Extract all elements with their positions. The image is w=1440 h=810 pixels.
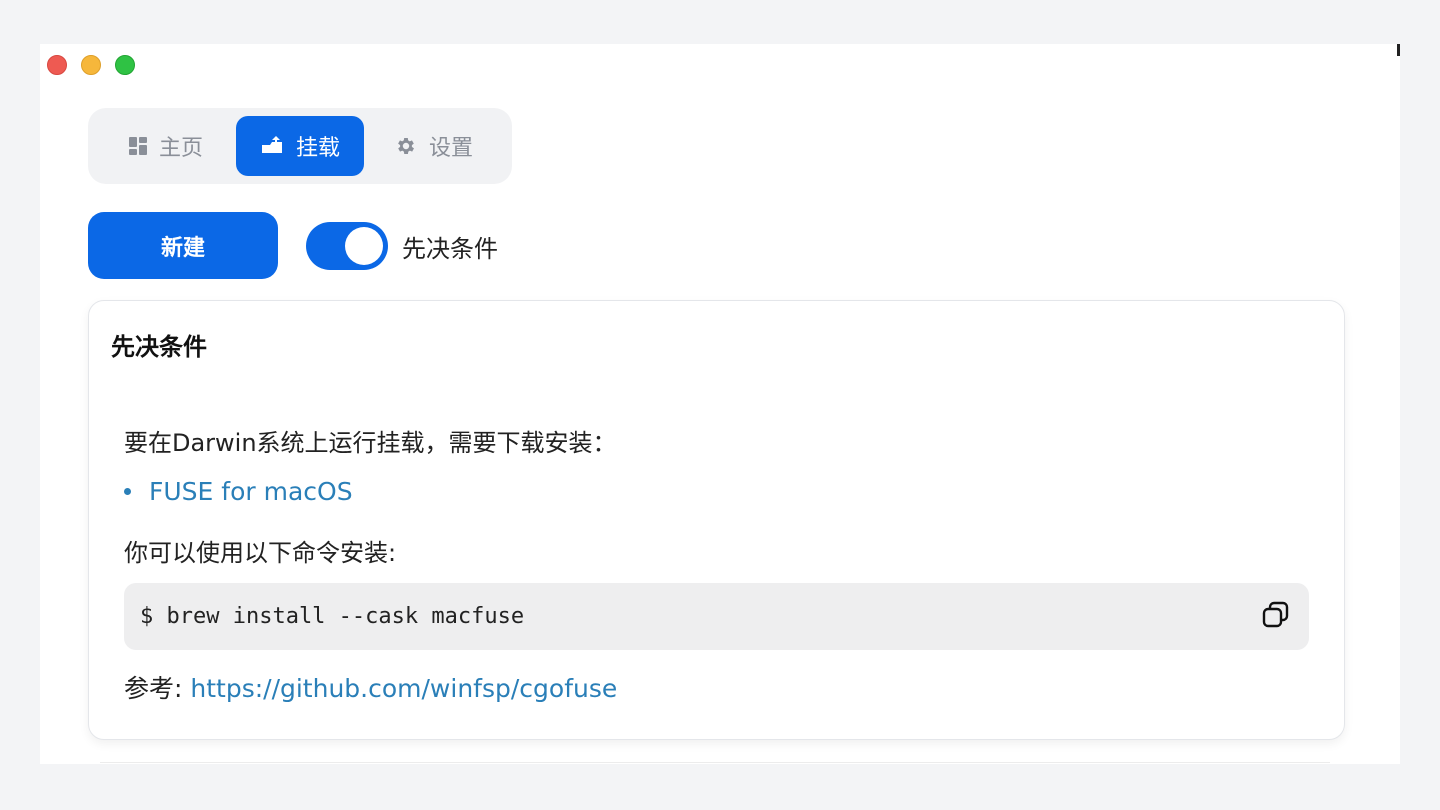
tab-home[interactable]: 主页 xyxy=(96,116,236,176)
maximize-window-button[interactable] xyxy=(115,55,135,75)
dashboard-icon xyxy=(128,137,147,155)
mount-icon xyxy=(260,136,284,156)
copy-icon xyxy=(1261,600,1291,634)
gear-icon xyxy=(395,135,417,157)
install-command: $ brew install --cask macfuse xyxy=(140,604,525,629)
app-window: 主页 挂载 设置 新建 先决条件 先决条件 要在Darwin系统上运行挂载，需要… xyxy=(40,44,1400,764)
minimize-window-button[interactable] xyxy=(81,55,101,75)
new-button[interactable]: 新建 xyxy=(88,212,278,279)
divider xyxy=(100,762,1330,763)
bullet-icon xyxy=(124,488,131,495)
card-title: 先决条件 xyxy=(111,333,207,361)
install-instruction: 你可以使用以下命令安装: xyxy=(124,539,397,567)
toggle-knob xyxy=(345,227,383,265)
prerequisites-toggle[interactable] xyxy=(306,222,388,270)
tab-settings-label: 设置 xyxy=(428,136,473,161)
code-block: $ brew install --cask macfuse xyxy=(124,583,1309,650)
close-window-button[interactable] xyxy=(47,55,67,75)
intro-text: 要在Darwin系统上运行挂载，需要下载安装： xyxy=(124,429,617,457)
reference-label: 参考: xyxy=(124,674,191,703)
window-controls xyxy=(47,55,135,75)
tab-bar: 主页 挂载 设置 xyxy=(88,108,512,184)
tab-home-label: 主页 xyxy=(158,136,203,161)
prerequisites-toggle-label: 先决条件 xyxy=(402,234,498,263)
tab-settings[interactable]: 设置 xyxy=(364,116,504,176)
copy-button[interactable] xyxy=(1259,600,1293,634)
fuse-link[interactable]: FUSE for macOS xyxy=(149,477,353,506)
list-item: FUSE for macOS xyxy=(124,477,353,506)
tab-mount-label: 挂载 xyxy=(295,136,340,161)
prerequisites-toggle-row: 先决条件 xyxy=(306,222,498,270)
reference-link[interactable]: https://github.com/winfsp/cgofuse xyxy=(190,674,617,703)
reference-row: 参考: https://github.com/winfsp/cgofuse xyxy=(124,669,617,705)
window-corner-mark xyxy=(1397,44,1400,56)
tab-mount[interactable]: 挂载 xyxy=(236,116,364,176)
prerequisites-card: 先决条件 要在Darwin系统上运行挂载，需要下载安装： FUSE for ma… xyxy=(88,300,1345,740)
